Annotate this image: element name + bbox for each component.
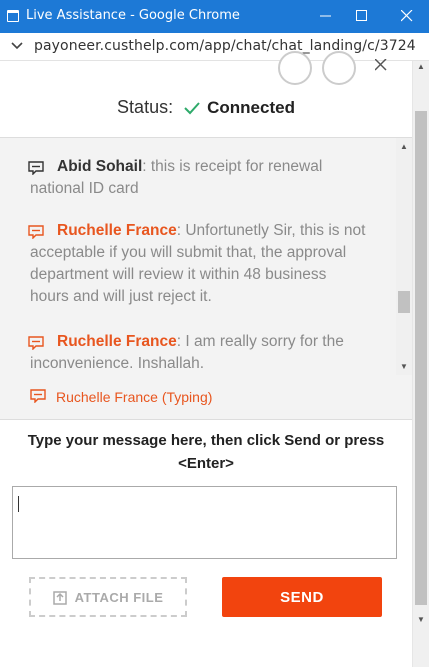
chat-bubble-icon [28, 336, 44, 350]
message-input[interactable] [12, 486, 397, 559]
input-instructions: Type your message here, then click Send … [27, 432, 385, 472]
window-title: Live Assistance - Google Chrome [26, 8, 240, 23]
minimize-icon [320, 15, 331, 17]
status-label: Status: [117, 97, 174, 117]
chat-message: Ruchelle France: I am really sorry for t… [28, 331, 368, 375]
check-icon [184, 102, 200, 115]
address-bar[interactable]: payoneer.custhelp.com/app/chat/chat_land… [0, 33, 429, 61]
scroll-up-icon[interactable]: ▲ [400, 142, 408, 151]
message-author: Ruchelle France [57, 222, 177, 239]
message-author: Ruchelle France [57, 333, 177, 350]
print-button[interactable] [278, 51, 312, 85]
page-scroll-thumb[interactable] [415, 111, 427, 605]
send-label: SEND [280, 588, 324, 606]
scroll-down-icon[interactable]: ▼ [417, 615, 425, 624]
close-chat-icon[interactable] [375, 59, 387, 71]
send-button[interactable]: SEND [222, 577, 382, 617]
status-value: Connected [207, 98, 295, 117]
upload-icon [52, 591, 67, 605]
chat-status: Status: Connected [0, 97, 412, 118]
attach-file-label: ATTACH FILE [74, 589, 164, 605]
transcript-scrollbar[interactable]: ▲ ▼ [396, 138, 412, 375]
transcript-scroll-thumb[interactable] [398, 291, 410, 313]
chat-page: Status: Connected Abid Sohail: this is r… [0, 51, 412, 667]
scroll-down-icon[interactable]: ▼ [400, 362, 408, 371]
page-url[interactable]: payoneer.custhelp.com/app/chat/chat_land… [34, 38, 416, 54]
scroll-up-icon[interactable]: ▲ [417, 62, 425, 71]
maximize-button[interactable] [344, 0, 380, 33]
typing-text: Ruchelle France (Typing) [56, 389, 213, 405]
close-window-button[interactable] [389, 0, 425, 33]
chat-bubble-icon [30, 389, 46, 403]
chrome-app-icon [7, 10, 19, 22]
chevron-down-icon[interactable] [10, 39, 24, 53]
chat-bubble-icon [28, 225, 44, 239]
maximize-icon [356, 10, 367, 21]
chat-bubble-icon [28, 161, 44, 175]
attach-file-button[interactable]: ATTACH FILE [29, 577, 187, 617]
close-icon [401, 10, 413, 22]
text-caret [18, 496, 19, 512]
chat-message: Abid Sohail: this is receipt for renewal… [28, 156, 368, 200]
message-author: Abid Sohail [57, 158, 143, 175]
minimize-button[interactable] [308, 0, 344, 33]
expand-button[interactable] [322, 51, 356, 85]
window-titlebar: Live Assistance - Google Chrome [0, 0, 429, 33]
chat-transcript[interactable]: Abid Sohail: this is receipt for renewal… [0, 137, 412, 420]
typing-indicator: Ruchelle France (Typing) [30, 389, 212, 405]
chat-message: Ruchelle France: Unfortunetly Sir, this … [28, 220, 368, 308]
page-scrollbar[interactable]: ▲ ▼ [412, 61, 429, 667]
